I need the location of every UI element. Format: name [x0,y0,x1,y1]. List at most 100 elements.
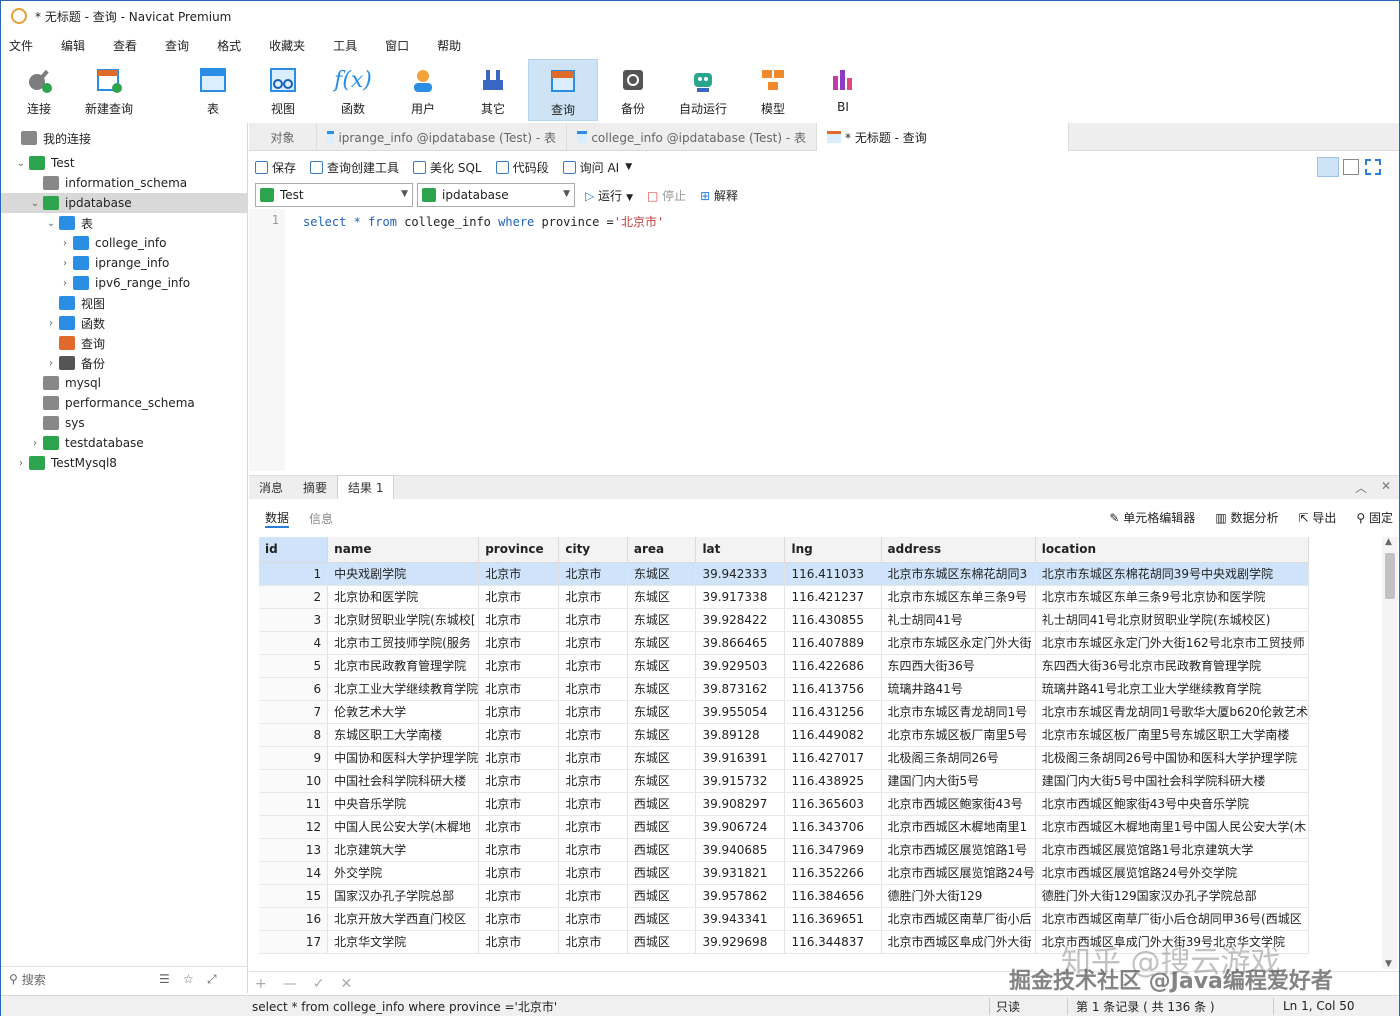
cell-editor-button[interactable]: ✎ 单元格编辑器 [1109,509,1195,526]
tree-item-ipdatabase[interactable]: ⌄ ipdatabase [1,193,247,213]
column-header-address[interactable]: address [881,537,1036,563]
table-cell-lng[interactable]: 116.427017 [784,746,882,770]
table-cell-province[interactable]: 北京市 [478,930,560,954]
table-cell-city[interactable]: 北京市 [558,608,628,632]
table-cell-area[interactable]: 东城区 [627,562,697,586]
table-cell-lng[interactable]: 116.431256 [784,700,882,724]
table-cell-name[interactable]: 中央音乐学院 [327,792,480,816]
table-cell-lat[interactable]: 39.916391 [695,746,786,770]
pin-button[interactable]: ⚲ 固定 [1356,509,1393,526]
table-cell-location[interactable]: 德胜门外大街129国家汉办孔子学院总部 [1035,884,1309,908]
table-cell-address[interactable]: 北京市西城区木樨地南里1 [881,815,1036,839]
table-cell-area[interactable]: 东城区 [627,677,697,701]
toolbar-query-button[interactable]: 查询 [528,59,598,121]
table-cell-lat[interactable]: 39.929698 [695,930,786,954]
save-button[interactable]: 保存 [255,159,296,176]
table-cell-lat[interactable]: 39.929503 [695,654,786,678]
result-grid[interactable]: id name province city area lat lng address locat… [259,537,1309,957]
table-cell-name[interactable]: 北京市民政教育管理学院 [327,654,480,678]
tab-college-info[interactable]: college_info @ipdatabase (Test) - 表 [567,123,817,151]
table-cell-lng[interactable]: 116.413756 [784,677,882,701]
table-cell-lat[interactable]: 39.928422 [695,608,786,632]
layout-side-icon[interactable] [1343,159,1359,175]
table-cell-area[interactable]: 东城区 [627,585,697,609]
chevron-down-icon[interactable]: ⌄ [15,158,27,169]
table-cell-lat[interactable]: 39.957862 [695,884,786,908]
table-cell-location[interactable]: 北京市西城区展览馆路24号外交学院 [1035,861,1309,885]
table-row[interactable]: 9 中国协和医科大学护理学院 北京市 北京市 东城区 39.916391 116.42701… [259,746,1309,770]
tab-objects[interactable]: 对象 [249,123,317,151]
column-header-lng[interactable]: lng [784,537,882,563]
table-row[interactable]: 8 东城区职工大学南楼 北京市 北京市 东城区 39.89128 116.449082 北京市… [259,723,1309,747]
table-cell-area[interactable]: 西城区 [627,861,697,885]
table-cell-lat[interactable]: 39.866465 [695,631,786,655]
table-cell-province[interactable]: 北京市 [478,723,560,747]
menu-window[interactable]: 窗口 [377,37,421,54]
table-cell-lng[interactable]: 116.352266 [784,861,882,885]
chevron-right-icon[interactable]: › [45,318,57,329]
table-cell-city[interactable]: 北京市 [558,631,628,655]
tree-item-mysql[interactable]: mysql [41,373,101,393]
sql-editor[interactable]: 1 select * from college_info where provi… [249,209,1399,471]
table-cell-name[interactable]: 北京财贸职业学院(东城校[ [327,608,480,632]
table-cell-lng[interactable]: 116.430855 [784,608,882,632]
table-cell-area[interactable]: 东城区 [627,723,697,747]
table-cell-id[interactable]: 4 [259,631,329,655]
table-cell-name[interactable]: 北京建筑大学 [327,838,480,862]
table-cell-lat[interactable]: 39.931821 [695,861,786,885]
table-cell-location[interactable]: 东四西大街36号北京市民政教育管理学院 [1035,654,1309,678]
table-cell-id[interactable]: 9 [259,746,329,770]
table-cell-location[interactable]: 北京市西城区鲍家街43号中央音乐学院 [1035,792,1309,816]
table-cell-address[interactable]: 东四西大街36号 [881,654,1036,678]
data-analysis-button[interactable]: ▥ 数据分析 [1215,509,1278,526]
table-cell-name[interactable]: 中央戏剧学院 [327,562,480,586]
table-row[interactable]: 15 国家汉办孔子学院总部 北京市 北京市 西城区 39.957862 116.384656… [259,884,1309,908]
table-cell-lng[interactable]: 116.365603 [784,792,882,816]
menu-file[interactable]: 文件 [1,37,45,54]
table-cell-lng[interactable]: 116.449082 [784,723,882,747]
table-cell-lat[interactable]: 39.943341 [695,907,786,931]
chevron-right-icon[interactable]: › [59,278,71,289]
table-cell-city[interactable]: 北京市 [558,792,628,816]
table-cell-province[interactable]: 北京市 [478,861,560,885]
table-cell-id[interactable]: 16 [259,907,329,931]
table-cell-name[interactable]: 中国人民公安大学(木樨地 [327,815,480,839]
table-cell-lng[interactable]: 116.347969 [784,838,882,862]
table-cell-lng[interactable]: 116.344837 [784,930,882,954]
table-cell-province[interactable]: 北京市 [478,654,560,678]
collapse-icon[interactable]: ⤢ [207,972,217,987]
toolbar-new-query-button[interactable]: 新建查询 [74,59,144,121]
table-cell-name[interactable]: 中国社会科学院科研大楼 [327,769,480,793]
column-header-name[interactable]: name [327,537,480,563]
stop-button[interactable]: □ 停止 [647,187,686,204]
chevron-down-icon[interactable]: ⌄ [29,198,41,209]
layout-split-icon[interactable] [1317,157,1339,177]
table-cell-city[interactable]: 北京市 [558,562,628,586]
tree-item-functions[interactable]: › 函数 [45,313,105,333]
column-header-lat[interactable]: lat [695,537,786,563]
toolbar-bi-button[interactable]: BI [808,59,878,121]
table-cell-address[interactable]: 北极阁三条胡同26号 [881,746,1036,770]
table-cell-area[interactable]: 东城区 [627,769,697,793]
table-cell-id[interactable]: 15 [259,884,329,908]
table-cell-city[interactable]: 北京市 [558,815,628,839]
table-cell-location[interactable]: 北京市东城区板厂南里5号东城区职工大学南楼 [1035,723,1309,747]
table-cell-area[interactable]: 西城区 [627,884,697,908]
column-header-location[interactable]: location [1035,537,1309,563]
toolbar-automation-button[interactable]: 自动运行 [668,59,738,121]
table-cell-city[interactable]: 北京市 [558,746,628,770]
table-cell-address[interactable]: 北京市西城区鲍家街43号 [881,792,1036,816]
table-cell-lng[interactable]: 116.384656 [784,884,882,908]
toolbar-table-button[interactable]: 表 [178,59,248,121]
export-button[interactable]: ⇱ 导出 [1298,509,1336,526]
table-cell-location[interactable]: 北京市东城区永定门外大街162号北京市工贸技师 [1035,631,1309,655]
scroll-down-icon[interactable]: ▼ [1385,959,1392,969]
table-cell-province[interactable]: 北京市 [478,884,560,908]
table-cell-id[interactable]: 3 [259,608,329,632]
explain-button[interactable]: ⊞ 解释 [700,187,738,204]
menu-help[interactable]: 帮助 [429,37,473,54]
table-cell-address[interactable]: 北京市东城区板厂南里5号 [881,723,1036,747]
table-cell-lng[interactable]: 116.438925 [784,769,882,793]
table-cell-area[interactable]: 东城区 [627,631,697,655]
table-cell-location[interactable]: 北京市东城区青龙胡同1号歌华大厦b620伦敦艺术 [1035,700,1309,724]
